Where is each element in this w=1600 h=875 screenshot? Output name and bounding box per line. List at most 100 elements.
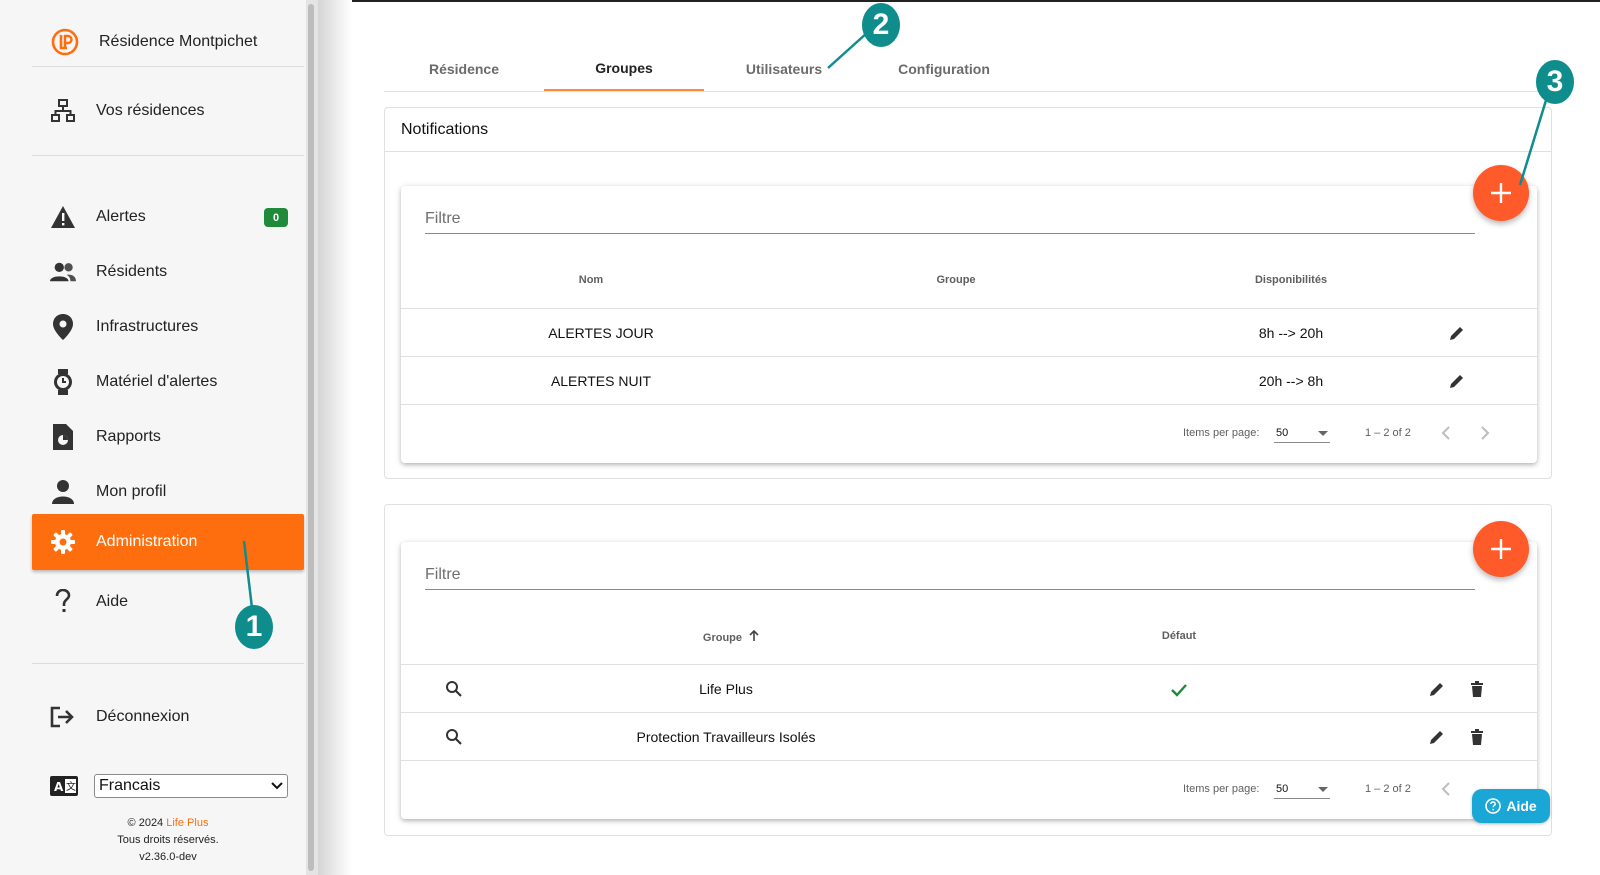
page-size-select[interactable]: 50 — [1274, 779, 1330, 799]
svg-text:文: 文 — [66, 780, 76, 793]
nav-label: Résidents — [96, 263, 168, 280]
edit-icon[interactable] — [1428, 728, 1446, 746]
caret-down-icon — [1318, 431, 1328, 436]
divider — [32, 155, 304, 156]
column-header-disponibilites[interactable]: Disponibilités — [1181, 274, 1401, 286]
column-header-label: Groupe — [702, 632, 743, 644]
edit-icon[interactable] — [1448, 372, 1466, 390]
add-group-button[interactable] — [1473, 521, 1529, 577]
next-page-button[interactable] — [1473, 421, 1497, 445]
cell-groupe: Protection Travailleurs Isolés — [636, 729, 816, 745]
paginator: Items per page: 50 1 – 2 of 2 — [401, 404, 1537, 460]
help-label: Aide — [1506, 798, 1537, 814]
language-select[interactable]: Francais — [94, 774, 288, 798]
column-header-defaut[interactable]: Défaut — [1069, 630, 1289, 642]
divider — [32, 66, 304, 67]
logout-icon — [50, 704, 76, 730]
nav-label: Administration — [96, 533, 198, 550]
sidebar-panel: Résidence Montpichet Vos résidences Aler… — [0, 0, 310, 875]
table-row[interactable]: ALERTES NUIT 20h --> 8h — [401, 356, 1537, 404]
nav-residents[interactable]: Résidents — [32, 244, 304, 300]
table-row[interactable]: Protection Travailleurs Isolés — [401, 712, 1537, 760]
tab-groupes[interactable]: Groupes — [544, 46, 704, 91]
add-notification-button[interactable] — [1473, 165, 1529, 221]
alert-count-badge: 0 — [264, 208, 288, 227]
sidebar: Résidence Montpichet Vos résidences Aler… — [0, 0, 352, 875]
warning-icon — [50, 204, 76, 230]
nav-deconnexion[interactable]: Déconnexion — [32, 689, 304, 745]
sidebar-scrollbar[interactable] — [306, 0, 318, 875]
language-row: A 文 Francais — [32, 772, 304, 800]
scrollbar-thumb[interactable] — [308, 4, 314, 871]
nav-label: Rapports — [96, 428, 161, 445]
table-row[interactable]: ALERTES JOUR 8h --> 20h — [401, 308, 1537, 356]
groups-filter-input[interactable]: Filtre — [425, 560, 1475, 590]
column-header-groupe[interactable]: Groupe — [846, 274, 1066, 286]
nav-infrastructures[interactable]: Infrastructures — [32, 299, 304, 355]
delete-icon[interactable] — [1468, 728, 1486, 746]
footer-brand-link[interactable]: Life Plus — [166, 817, 208, 829]
delete-icon[interactable] — [1468, 680, 1486, 698]
life-plus-logo-icon — [51, 28, 79, 56]
people-icon — [50, 259, 76, 285]
chevron-right-icon — [1481, 426, 1490, 440]
nav-vos-residences[interactable]: Vos résidences — [32, 83, 304, 139]
language-value: Francais — [99, 777, 161, 794]
notifications-table-card: Filtre Nom Groupe Disponibilités ALERTES… — [401, 186, 1537, 463]
groups-table-card: Filtre Groupe Défaut Life Plus Protectio… — [401, 542, 1537, 819]
report-icon — [50, 424, 76, 450]
residence-name: Résidence Montpichet — [99, 33, 258, 50]
tab-utilisateurs[interactable]: Utilisateurs — [704, 46, 864, 91]
page-range: 1 – 2 of 2 — [1365, 783, 1411, 795]
nav-rapports[interactable]: Rapports — [32, 409, 304, 465]
cell-groupe: Life Plus — [699, 681, 753, 697]
table-row[interactable]: Life Plus — [401, 664, 1537, 712]
watch-icon — [50, 369, 76, 395]
page-size-select[interactable]: 50 — [1274, 423, 1330, 443]
cell-disponibilites: 8h --> 20h — [1258, 325, 1324, 341]
column-header-groupe[interactable]: Groupe — [621, 629, 841, 644]
edit-icon[interactable] — [1448, 324, 1466, 342]
page-range: 1 – 2 of 2 — [1365, 427, 1411, 439]
nav-label: Déconnexion — [96, 708, 190, 725]
previous-page-button[interactable] — [1434, 421, 1458, 445]
check-icon — [1171, 684, 1187, 697]
caret-down-icon — [1318, 787, 1328, 792]
copyright-text: © 2024 — [127, 817, 167, 829]
plus-icon — [1491, 539, 1511, 559]
search-icon[interactable] — [445, 680, 463, 698]
nav-label: Alertes — [96, 208, 146, 225]
nav-label: Matériel d'alertes — [96, 373, 218, 390]
items-per-page-label: Items per page: — [1183, 783, 1260, 795]
panel-title: Notifications — [385, 108, 1551, 152]
person-icon — [50, 479, 76, 505]
divider — [32, 663, 304, 664]
sidebar-footer: © 2024 Life Plus Tous droits réservés. v… — [32, 815, 304, 866]
cell-disponibilites: 20h --> 8h — [1258, 373, 1324, 389]
rights-text: Tous droits réservés. — [117, 834, 219, 846]
chevron-down-icon — [271, 782, 283, 790]
nav-alertes[interactable]: Alertes 0 — [32, 189, 304, 245]
brand[interactable]: Résidence Montpichet — [32, 18, 304, 66]
nav-label: Infrastructures — [96, 318, 199, 335]
search-icon[interactable] — [445, 728, 463, 746]
cell-nom: ALERTES JOUR — [548, 325, 654, 341]
cell-nom: ALERTES NUIT — [550, 373, 652, 389]
tab-residence[interactable]: Résidence — [384, 46, 544, 91]
notifications-filter-input[interactable]: Filtre — [425, 204, 1475, 234]
nav-administration[interactable]: Administration — [32, 514, 304, 570]
previous-page-button[interactable] — [1434, 777, 1458, 801]
paginator: Items per page: 50 1 – 2 of 2 — [401, 760, 1537, 816]
tab-configuration[interactable]: Configuration — [864, 46, 1024, 91]
page-size-value: 50 — [1276, 427, 1289, 439]
nav-mon-profil[interactable]: Mon profil — [32, 464, 304, 520]
translate-icon: A 文 — [50, 776, 78, 796]
nav-materiel-alertes[interactable]: Matériel d'alertes — [32, 354, 304, 410]
help-button[interactable]: Aide — [1472, 789, 1550, 823]
admin-tabs: Résidence Groupes Utilisateurs Configura… — [384, 46, 1548, 92]
chevron-left-icon — [1441, 782, 1450, 796]
column-header-nom[interactable]: Nom — [531, 274, 651, 286]
nav-label: Aide — [96, 593, 129, 610]
edit-icon[interactable] — [1428, 680, 1446, 698]
svg-text:A: A — [54, 780, 64, 794]
